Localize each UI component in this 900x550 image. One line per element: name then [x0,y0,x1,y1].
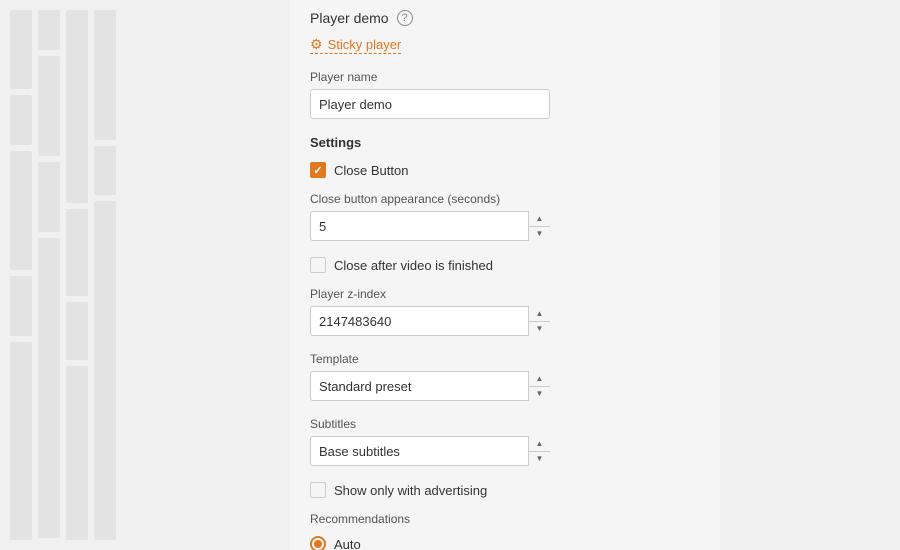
subtitles-label: Subtitles [310,417,700,431]
settings-label: Settings [310,135,700,150]
radio-auto-row: Auto [310,536,700,550]
close-button-checkbox[interactable] [310,162,326,178]
template-group: Template Standard preset Custom ▲ ▼ [310,352,700,401]
close-after-video-checkbox[interactable] [310,257,326,273]
player-name-label: Player name [310,70,700,84]
z-index-input[interactable] [310,306,550,336]
close-appearance-input-wrap: ▲ ▼ [310,211,550,241]
recommendations-group: Recommendations Auto Specify sources [310,512,700,550]
help-icon[interactable]: ? [397,10,413,26]
template-select[interactable]: Standard preset Custom [310,371,550,401]
subtitles-select-wrap: Base subtitles None ▲ ▼ [310,436,550,466]
close-appearance-up-btn[interactable]: ▲ [529,211,550,227]
z-index-spinner: ▲ ▼ [528,306,550,336]
template-select-wrap: Standard preset Custom ▲ ▼ [310,371,550,401]
sticky-player-link[interactable]: ⚙ Sticky player [310,36,401,54]
left-sidebar [0,0,290,550]
player-name-input[interactable] [310,89,550,119]
gear-icon: ⚙ [310,36,323,53]
close-after-video-row: Close after video is finished [310,257,700,273]
sticky-player-label: Sticky player [328,37,402,52]
z-index-group: Player z-index ▲ ▼ [310,287,700,336]
close-appearance-input[interactable] [310,211,550,241]
close-button-row: Close Button [310,162,700,178]
z-index-label: Player z-index [310,287,700,301]
advertising-checkbox[interactable] [310,482,326,498]
page-header: Player demo ? [310,10,700,26]
recommendations-label: Recommendations [310,512,700,526]
player-name-group: Player name [310,70,700,119]
close-button-label: Close Button [334,163,408,178]
close-appearance-label: Close button appearance (seconds) [310,192,700,206]
advertising-row: Show only with advertising [310,482,700,498]
close-appearance-spinner: ▲ ▼ [528,211,550,241]
radio-auto-label: Auto [334,537,361,550]
right-panel [720,0,900,550]
subtitles-select[interactable]: Base subtitles None [310,436,550,466]
close-appearance-down-btn[interactable]: ▼ [529,227,550,242]
subtitles-group: Subtitles Base subtitles None ▲ ▼ [310,417,700,466]
page-title: Player demo [310,10,389,26]
z-index-down-btn[interactable]: ▼ [529,322,550,337]
template-label: Template [310,352,700,366]
main-content: Player demo ? ⚙ Sticky player Player nam… [290,0,720,550]
close-appearance-group: Close button appearance (seconds) ▲ ▼ [310,192,700,241]
z-index-up-btn[interactable]: ▲ [529,306,550,322]
radio-auto[interactable] [310,536,326,550]
advertising-label: Show only with advertising [334,483,487,498]
close-after-video-label: Close after video is finished [334,258,493,273]
z-index-input-wrap: ▲ ▼ [310,306,550,336]
